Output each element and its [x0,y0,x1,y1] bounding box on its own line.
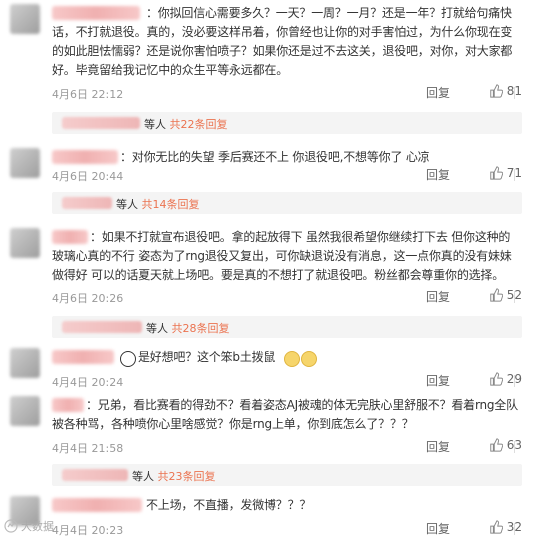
thumbs-up-icon [489,372,503,386]
like-button[interactable]: 29 [489,372,522,386]
reply-usernames [62,117,140,129]
comment-text: ：如果不打就宣布退役吧。拿的起放得下 虽然我很希望你继续打下去 但你这种的玻璃心… [52,230,512,282]
comment-date: 4月6日 20:26 [52,292,124,305]
smile-emoji-icon [284,351,300,367]
like-count: 29 [506,372,522,386]
replies-link[interactable]: 共14条回复 [142,198,200,211]
replies-link[interactable]: 共23条回复 [158,470,216,483]
replies-suffix: 等人 [116,198,138,211]
reply-button[interactable]: 回复 [426,84,450,101]
reply-usernames [62,197,112,209]
like-button[interactable]: 71 [489,166,522,180]
reply-button[interactable]: 回复 [426,520,450,537]
comment-text: 是好想吧？这个笨b土拨鼠 [138,350,276,364]
comment-date: 4月4日 21:58 [52,442,124,455]
avatar[interactable] [10,4,40,34]
reply-usernames [62,321,142,333]
replies-link[interactable]: 共28条回复 [172,322,230,335]
replies-suffix: 等人 [144,118,166,131]
comment-date: 4月6日 20:44 [52,170,124,183]
avatar[interactable] [10,348,40,378]
thumbs-up-icon [489,84,503,98]
reply-usernames [62,469,128,481]
avatar[interactable] [10,396,40,426]
like-count: 81 [506,84,522,98]
watermark-logo-icon [4,519,18,533]
replies-summary[interactable]: 等人 共22条回复 [52,112,522,134]
username[interactable] [52,350,114,364]
like-button[interactable]: 81 [489,84,522,98]
username[interactable] [52,498,142,512]
panda-emoji-icon [120,351,136,367]
like-count: 32 [506,520,522,534]
reply-button[interactable]: 回复 [426,372,450,389]
thumbs-up-icon [489,438,503,452]
replies-summary[interactable]: 等人 共23条回复 [52,464,522,486]
comment-text: ：对你无比的失望 季后赛还不上 你退役吧,不想等你了 心凉 [120,150,430,164]
reply-button[interactable]: 回复 [426,288,450,305]
comment-date: 4月4日 20:24 [52,376,124,389]
like-count: 52 [506,288,522,302]
watermark-text: 大数据 [21,520,54,533]
replies-suffix: 等人 [132,470,154,483]
replies-summary[interactable]: 等人 共28条回复 [52,316,522,338]
like-button[interactable]: 63 [489,438,522,452]
reply-button[interactable]: 回复 [426,438,450,455]
thumbs-up-icon [489,520,503,534]
comment-text: 不上场，不直播，发微博？？？ [146,498,312,512]
comment-text: ：兄弟，看比赛看的得劲不？看着姿态AJ被魂的体无完肤心里舒服不？看着rng全队被… [52,398,518,431]
comment-date: 4月6日 22:12 [52,88,124,101]
like-count: 71 [506,166,522,180]
comment-date: 4月4日 20:23 [52,524,124,537]
thumbs-up-icon [489,166,503,180]
like-button[interactable]: 32 [489,520,522,534]
smile-emoji-icon [301,351,317,367]
watermark: 大数据 [4,518,54,534]
comment-text: ：你拟回信心需要多久？一天？一周？一月？还是一年？打就给句痛快话，不打就退役。真… [52,6,513,77]
replies-suffix: 等人 [146,322,168,335]
like-count: 63 [506,438,522,452]
avatar[interactable] [10,228,40,258]
reply-button[interactable]: 回复 [426,166,450,183]
replies-link[interactable]: 共22条回复 [170,118,228,131]
like-button[interactable]: 52 [489,288,522,302]
avatar[interactable] [10,148,40,178]
replies-summary[interactable]: 等人 共14条回复 [52,192,522,214]
thumbs-up-icon [489,288,503,302]
